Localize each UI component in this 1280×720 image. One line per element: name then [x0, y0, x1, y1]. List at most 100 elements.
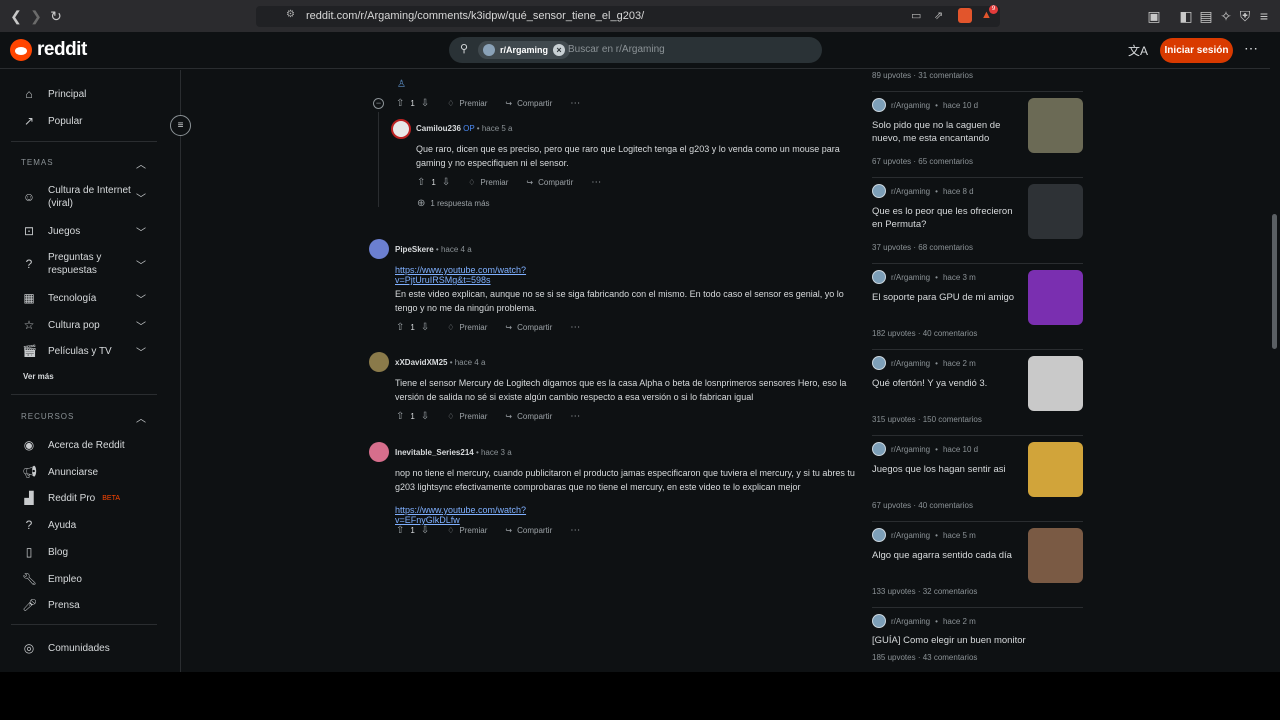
chevron-down-icon[interactable]: ﹀ [136, 318, 146, 333]
login-button[interactable]: Iniciar sesión [1160, 38, 1233, 63]
post-title[interactable]: Juegos que los hagan sentir asi [872, 463, 1022, 476]
related-post[interactable]: r/Argaming • hace 10 d Solo pido que no la… [864, 98, 1086, 176]
wallet-icon[interactable]: ▤ [1198, 8, 1214, 24]
related-post[interactable]: r/Argaming • hace 2 m Qué ofertón! Y ya ve… [864, 356, 1086, 434]
scrollbar[interactable] [1270, 32, 1280, 672]
collapse-sidebar-button[interactable]: ≡ [170, 115, 191, 136]
collapse-thread-icon[interactable]: − [373, 98, 384, 109]
comment-link[interactable]: https://www.youtube.com/watch?v=PjtUruIR… [395, 265, 526, 285]
reader-icon[interactable]: ▣ [1146, 8, 1162, 24]
upvote-icon[interactable]: ⇧ [417, 177, 425, 188]
share-button[interactable]: ↪ Compartir [505, 323, 552, 332]
sidebar-item-anunciarse[interactable]: 📢︎ Anunciarse [22, 465, 98, 479]
chevron-down-icon[interactable]: ﹀ [136, 190, 146, 205]
related-post[interactable]: r/Argaming • hace 2 m [GUÍA] Como elegir u… [864, 614, 1086, 670]
avatar[interactable] [369, 442, 389, 462]
post-thumbnail[interactable] [1028, 356, 1083, 411]
sidebar-item-ayuda[interactable]: ? Ayuda [22, 518, 77, 532]
award-button[interactable]: ♢ Premiar [447, 323, 487, 332]
sidebar-toggle-icon[interactable]: ◧ [1178, 8, 1194, 24]
sidebar-item-reddit-pro[interactable]: ▟ Reddit Pro BETA [22, 491, 120, 505]
more-actions-icon[interactable]: ⋯ [570, 322, 580, 333]
related-post[interactable]: r/Argaming • hace 5 m Algo que agarra sent… [864, 528, 1086, 606]
share-button[interactable]: ↪ Compartir [505, 526, 552, 535]
forward-icon[interactable]: ❯ [28, 8, 44, 24]
sidebar-item-juegos[interactable]: ⊡ Juegos [22, 224, 80, 238]
section-title-recursos[interactable]: RECURSOS [21, 412, 74, 421]
downvote-icon[interactable]: ⇩ [421, 525, 429, 536]
comment-link[interactable]: https://www.youtube.com/watch?v=EFnyGlkD… [395, 505, 526, 525]
site-info-icon[interactable]: ⚙ [286, 9, 295, 20]
chevron-up-icon[interactable]: ︿ [136, 410, 146, 425]
downvote-icon[interactable]: ⇩ [421, 98, 429, 109]
downvote-icon[interactable]: ⇩ [421, 411, 429, 422]
more-actions-icon[interactable]: ⋯ [591, 177, 601, 188]
back-icon[interactable]: ❮ [8, 8, 24, 24]
post-title[interactable]: Algo que agarra sentido cada día [872, 549, 1027, 562]
leo-ai-icon[interactable]: ✧ [1218, 8, 1234, 24]
upvote-icon[interactable]: ⇧ [396, 411, 404, 422]
avatar[interactable] [369, 352, 389, 372]
post-title[interactable]: Solo pido que no la caguen de nuevo, me … [872, 119, 1022, 145]
scrollbar-thumb[interactable] [1272, 214, 1277, 349]
subreddit-chip[interactable]: r/Argaming × [478, 41, 571, 59]
username[interactable]: xXDavidXM25 [395, 358, 447, 367]
avatar[interactable] [391, 119, 411, 139]
post-thumbnail[interactable] [1028, 442, 1083, 497]
share-button[interactable]: ↪ Compartir [505, 99, 552, 108]
chevron-up-icon[interactable]: ︿ [136, 156, 146, 171]
more-actions-icon[interactable]: ⋯ [570, 98, 580, 109]
username[interactable]: Camilou236 [416, 124, 461, 133]
post-title[interactable]: El soporte para GPU de mi amigo [872, 291, 1027, 304]
chevron-down-icon[interactable]: ﹀ [136, 224, 146, 239]
username[interactable]: Inevitable_Series214 [395, 448, 474, 457]
sidebar-item-popular[interactable]: ↗ Popular [22, 114, 83, 128]
reddit-logo[interactable]: reddit [10, 39, 87, 61]
upvote-icon[interactable]: ⇧ [396, 525, 404, 536]
sidebar-item-acerca[interactable]: ◉ Acerca de Reddit [22, 438, 125, 452]
sidebar-item-preguntas[interactable]: ? Preguntas y respuestas [22, 251, 142, 277]
post-thumbnail[interactable] [1028, 98, 1083, 153]
sidebar-item-cultura-pop[interactable]: ☆ Cultura pop [22, 318, 100, 332]
downvote-icon[interactable]: ⇩ [421, 322, 429, 333]
more-options-icon[interactable]: ⋯ [1244, 40, 1258, 57]
sidebar-item-prensa[interactable]: 🎤︎ Prensa [22, 598, 80, 612]
cast-icon[interactable]: ▭ [911, 9, 921, 22]
post-subreddit[interactable]: r/Argaming [891, 445, 930, 454]
award-button[interactable]: ♢ Premiar [447, 99, 487, 108]
award-button[interactable]: ♢ Premiar [468, 178, 508, 187]
post-title[interactable]: [GUÍA] Como elegir un buen monitor [872, 634, 1087, 647]
section-title-temas[interactable]: TEMAS [21, 158, 54, 167]
related-post[interactable]: r/Argaming • hace 10 d Juegos que los haga… [864, 442, 1086, 520]
more-actions-icon[interactable]: ⋯ [570, 525, 580, 536]
post-thumbnail[interactable] [1028, 184, 1083, 239]
sidebar-item-principal[interactable]: ⌂ Principal [22, 87, 86, 101]
clear-chip-icon[interactable]: × [553, 44, 566, 56]
reload-icon[interactable]: ↻ [48, 8, 64, 24]
upvote-icon[interactable]: ⇧ [396, 322, 404, 333]
share-page-icon[interactable]: ⇗ [934, 9, 943, 22]
award-button[interactable]: ♢ Premiar [447, 412, 487, 421]
related-post[interactable]: r/Argaming • hace 8 d Que es lo peor que l… [864, 184, 1086, 262]
post-subreddit[interactable]: r/Argaming [891, 359, 930, 368]
chevron-down-icon[interactable]: ﹀ [136, 291, 146, 306]
chevron-down-icon[interactable]: ﹀ [136, 344, 146, 359]
post-subreddit[interactable]: r/Argaming [891, 273, 930, 282]
username[interactable]: PipeSkere [395, 245, 434, 254]
menu-icon[interactable]: ≡ [1256, 8, 1272, 24]
post-thumbnail[interactable] [1028, 528, 1083, 583]
upvote-icon[interactable]: ⇧ [396, 98, 404, 109]
post-subreddit[interactable]: r/Argaming [891, 101, 930, 110]
post-subreddit[interactable]: r/Argaming [891, 617, 930, 626]
post-subreddit[interactable]: r/Argaming [891, 187, 930, 196]
downvote-icon[interactable]: ⇩ [442, 177, 450, 188]
related-post[interactable]: r/Argaming • hace 3 m El soporte para GPU … [864, 270, 1086, 348]
post-subreddit[interactable]: r/Argaming [891, 531, 930, 540]
chevron-down-icon[interactable]: ﹀ [136, 257, 146, 272]
address-bar[interactable]: ⚙ reddit.com/r/Argaming/comments/k3idpw/… [256, 5, 1000, 27]
post-thumbnail[interactable] [1028, 270, 1083, 325]
more-replies-link[interactable]: ⊕ 1 respuesta más [417, 198, 490, 209]
share-button[interactable]: ↪ Compartir [526, 178, 573, 187]
translate-icon[interactable]: 文A [1128, 42, 1148, 59]
sidebar-item-empleo[interactable]: 🔧︎ Empleo [22, 572, 82, 586]
